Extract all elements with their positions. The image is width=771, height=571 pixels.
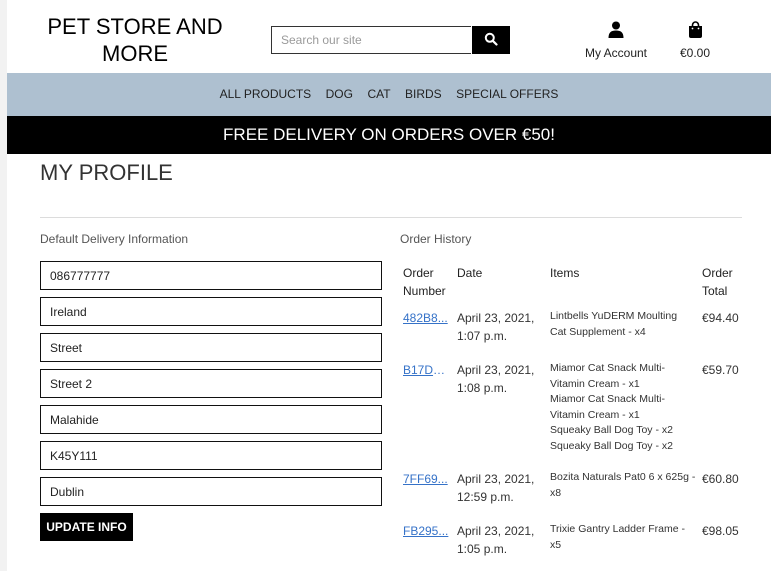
page: PET STORE AND MORE My Account xyxy=(7,0,771,571)
nav-special-offers[interactable]: SPECIAL OFFERS xyxy=(456,73,558,116)
search-icon xyxy=(484,32,498,46)
order-total: €60.80 xyxy=(702,472,739,486)
shopping-bag-link[interactable]: €0.00 xyxy=(675,21,715,60)
order-item: Squeaky Ball Dog Toy - x2 xyxy=(550,424,673,436)
nav-birds[interactable]: BIRDS xyxy=(405,73,442,116)
order-date: April 23, 2021, 12:59 p.m. xyxy=(457,472,535,504)
column-header-order-total: Order Total xyxy=(702,266,733,298)
user-icon xyxy=(608,21,624,38)
order-number-link[interactable]: FB295... xyxy=(403,522,451,540)
column-header-date: Date xyxy=(457,266,483,280)
table-row: B17DE... April 23, 2021, 1:08 p.m. Miamo… xyxy=(400,358,750,467)
order-items: Lintbells YuDERM Moulting Cat Supplement… xyxy=(547,306,699,358)
order-items: Miamor Cat Snack Multi-Vitamin Cream - x… xyxy=(547,358,699,467)
order-number-link[interactable]: 7FF69... xyxy=(403,470,451,488)
order-total: €98.05 xyxy=(702,524,739,538)
delivery-heading: Default Delivery Information xyxy=(40,232,189,246)
nav-dog[interactable]: DOG xyxy=(326,73,353,116)
my-account-label: My Account xyxy=(584,46,648,60)
order-date: April 23, 2021, 1:08 p.m. xyxy=(457,363,535,395)
order-item: Bozita Naturals Pat0 6 x 625g - x8 xyxy=(550,471,696,499)
order-number-link[interactable]: B17DE... xyxy=(403,361,451,379)
country-field[interactable] xyxy=(40,297,382,326)
table-row: 482B8... April 23, 2021, 1:07 p.m. Lintb… xyxy=(400,306,750,358)
order-date: April 23, 2021, 1:07 p.m. xyxy=(457,311,535,343)
order-date: April 23, 2021, 1:05 p.m. xyxy=(457,524,535,556)
phone-number-field[interactable] xyxy=(40,261,382,290)
postcode-field[interactable] xyxy=(40,441,382,470)
bag-total: €0.00 xyxy=(679,46,711,60)
search-form xyxy=(271,26,510,54)
order-item: Lintbells YuDERM Moulting Cat Supplement… xyxy=(550,310,678,338)
order-item: Squeaky Ball Dog Toy - x2 xyxy=(550,439,673,452)
order-total: €94.40 xyxy=(702,311,739,325)
delivery-banner: FREE DELIVERY ON ORDERS OVER €50! xyxy=(7,116,771,154)
order-total: €59.70 xyxy=(702,363,739,377)
order-items: Trixie Gantry Ladder Frame - x5 xyxy=(547,519,699,571)
street-address-1-field[interactable] xyxy=(40,333,382,362)
county-field[interactable] xyxy=(40,477,382,506)
table-row: 7FF69... April 23, 2021, 12:59 p.m. Bozi… xyxy=(400,467,750,519)
divider xyxy=(40,217,742,218)
brand-logo[interactable]: PET STORE AND MORE xyxy=(29,13,241,67)
main-nav: ALL PRODUCTS DOG CAT BIRDS SPECIAL OFFER… xyxy=(7,73,771,116)
order-number-link[interactable]: 482B8... xyxy=(403,309,451,327)
table-row: FB295... April 23, 2021, 1:05 p.m. Trixi… xyxy=(400,519,750,571)
order-item: Miamor Cat Snack Multi-Vitamin Cream - x… xyxy=(550,393,665,421)
order-history-heading: Order History xyxy=(400,232,472,246)
search-button[interactable] xyxy=(472,26,510,54)
street-address-2-field[interactable] xyxy=(40,369,382,398)
update-info-button[interactable]: UPDATE INFO xyxy=(40,513,133,541)
table-header-row: Order Number Date Items Order Total xyxy=(400,262,750,306)
order-item: Trixie Gantry Ladder Frame - x5 xyxy=(550,523,685,551)
nav-all-products[interactable]: ALL PRODUCTS xyxy=(220,73,312,116)
column-header-order-number: Order Number xyxy=(403,266,446,298)
column-header-items: Items xyxy=(550,266,580,280)
search-input[interactable] xyxy=(271,26,471,54)
order-item: Miamor Cat Snack Multi-Vitamin Cream - x… xyxy=(550,362,665,390)
page-title: MY PROFILE xyxy=(40,160,173,185)
order-items: Bozita Naturals Pat0 6 x 625g - x8 xyxy=(547,467,699,519)
nav-cat[interactable]: CAT xyxy=(367,73,390,116)
order-history-table: Order Number Date Items Order Total 482B… xyxy=(400,262,750,571)
my-account-link[interactable]: My Account xyxy=(579,21,653,60)
town-city-field[interactable] xyxy=(40,405,382,434)
shopping-bag-icon xyxy=(688,21,702,38)
site-header: PET STORE AND MORE My Account xyxy=(7,0,771,73)
